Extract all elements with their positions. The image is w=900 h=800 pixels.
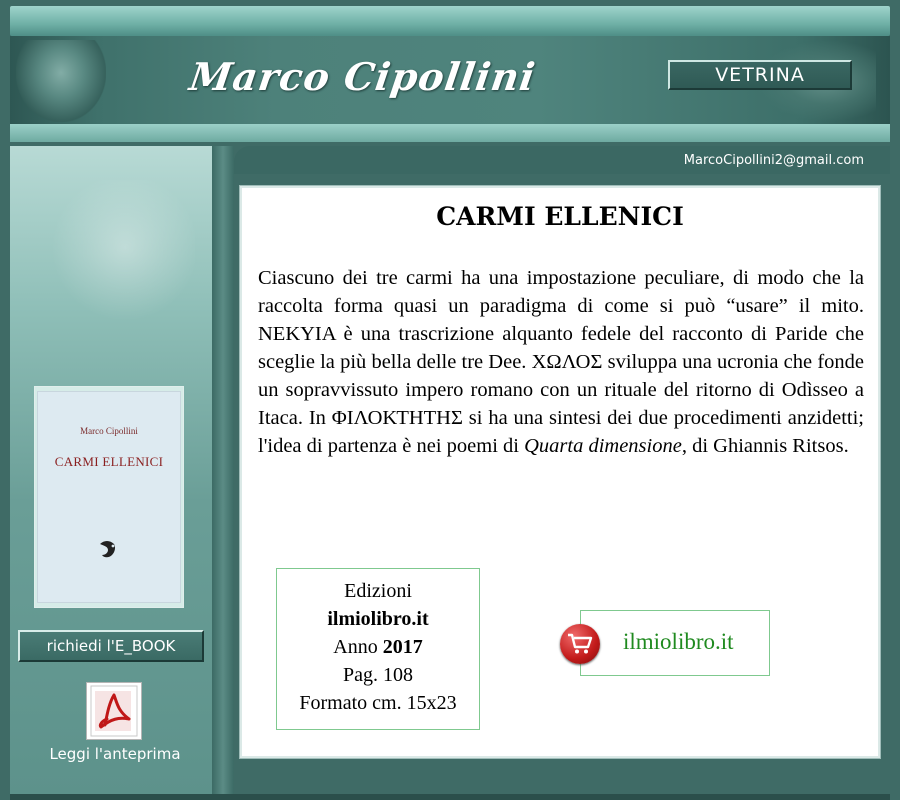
publisher-box: Edizioni ilmiolibro.it Anno 2017 Pag. 10… xyxy=(276,568,480,730)
column-divider xyxy=(212,146,234,794)
pdf-icon[interactable] xyxy=(86,682,142,740)
publisher-name: ilmiolibro.it xyxy=(327,608,429,630)
top-band xyxy=(10,6,890,36)
vetrina-button[interactable]: VETRINA xyxy=(668,60,852,90)
bottom-band xyxy=(10,794,890,800)
request-ebook-button[interactable]: richiedi l'E_BOOK xyxy=(18,630,204,662)
cover-author: Marco Cipollini xyxy=(80,426,138,436)
edition-label: Edizioni xyxy=(344,580,412,602)
publisher-logo-icon xyxy=(100,541,116,558)
cover-title: CARMI ELLENICI xyxy=(54,454,164,469)
email-link[interactable]: MarcoCipollini2@gmail.com xyxy=(684,153,864,168)
pages: Pag. 108 xyxy=(343,664,413,686)
statue-ornament xyxy=(16,40,106,122)
book-cover[interactable]: Marco Cipollini CARMI ELLENICI xyxy=(38,392,180,602)
desc-part-1: Ciascuno dei tre carmi ha una impostazio… xyxy=(258,267,864,457)
author-logo[interactable]: Marco Cipollini xyxy=(187,54,539,99)
desc-part-2: , di Ghiannis Ritsos. xyxy=(681,435,849,457)
header-lower-band xyxy=(10,124,890,142)
year-value: 2017 xyxy=(382,636,423,658)
preview-label[interactable]: Leggi l'anteprima xyxy=(30,745,200,763)
content-panel: CARMI ELLENICI Ciascuno dei tre carmi ha… xyxy=(239,185,881,759)
shopping-cart-icon[interactable] xyxy=(560,624,600,664)
desc-italic: Quarta dimensione xyxy=(524,435,682,457)
sunflower-ornament xyxy=(20,180,195,330)
year-label: Anno xyxy=(333,636,378,658)
book-title: CARMI ELLENICI xyxy=(436,202,684,231)
format: Formato cm. 15x23 xyxy=(299,692,457,714)
book-description: Ciascuno dei tre carmi ha una impostazio… xyxy=(258,264,864,460)
shop-link[interactable]: ilmiolibro.it xyxy=(580,610,770,676)
